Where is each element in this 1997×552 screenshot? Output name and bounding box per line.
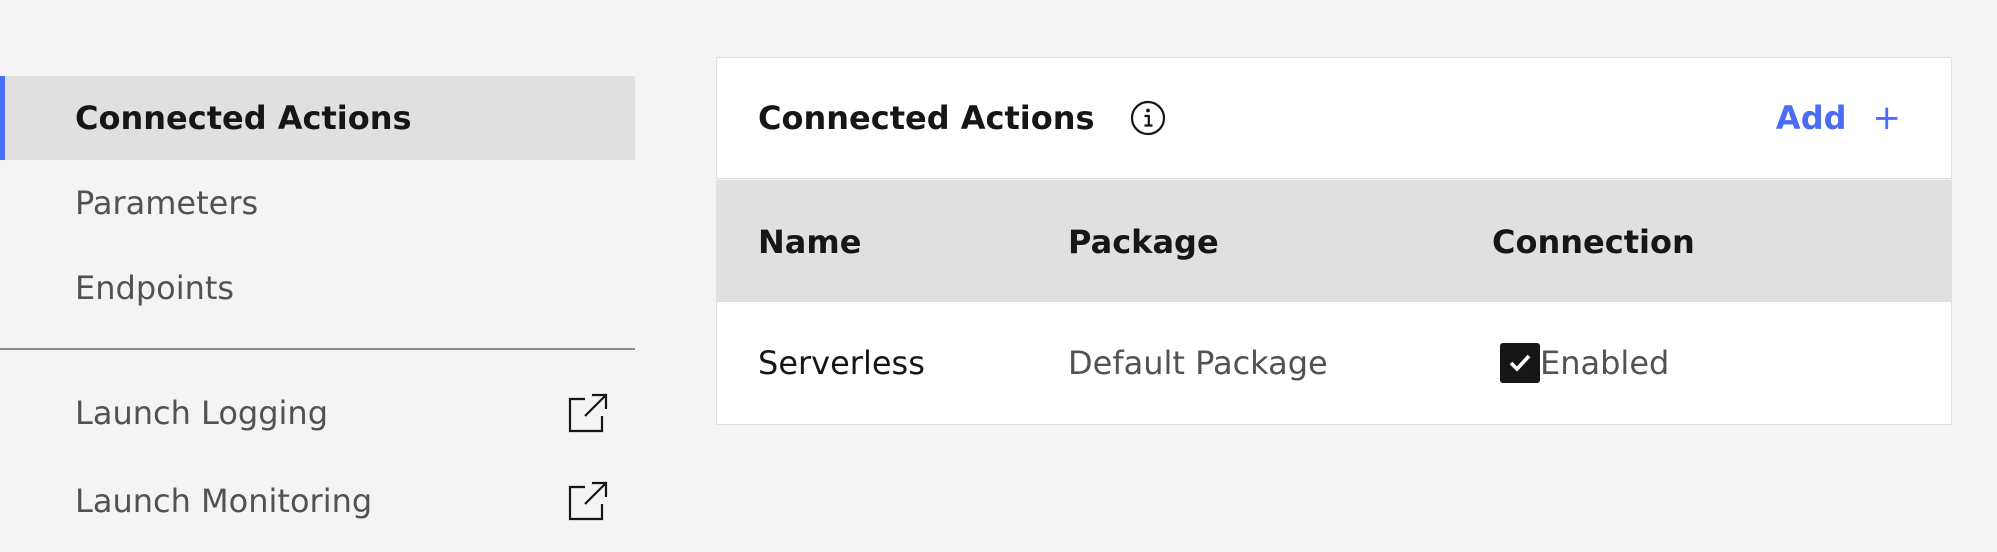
sidebar-item-connected-actions[interactable]: Connected Actions — [0, 76, 635, 160]
checkmark-icon — [1509, 354, 1531, 372]
connection-status: Enabled — [1540, 344, 1670, 382]
launch-logging-label: Launch Logging — [75, 394, 328, 432]
connection-checkbox[interactable] — [1500, 343, 1540, 383]
launch-monitoring-label: Launch Monitoring — [75, 482, 373, 520]
connected-actions-table: Name Package Connection Serverless Defau… — [716, 180, 1952, 425]
launch-monitoring-link[interactable]: Launch Monitoring — [0, 466, 635, 536]
row-connection: Enabled — [1500, 343, 1669, 383]
launch-logging-link[interactable]: Launch Logging — [0, 378, 635, 448]
sidebar-item-label: Endpoints — [75, 269, 235, 307]
sidebar-item-endpoints[interactable]: Endpoints — [0, 246, 635, 330]
row-package: Default Package — [1068, 344, 1328, 382]
column-header-package: Package — [1068, 222, 1219, 261]
external-link-icon — [568, 481, 608, 521]
info-icon[interactable] — [1129, 99, 1167, 137]
table-header-row: Name Package Connection — [717, 181, 1951, 302]
external-link-icon — [568, 393, 608, 433]
sidebar-item-parameters[interactable]: Parameters — [0, 161, 635, 245]
row-name: Serverless — [758, 344, 925, 382]
plus-icon: + — [1872, 98, 1902, 138]
sidebar-item-label: Parameters — [75, 184, 259, 222]
sidebar-item-label: Connected Actions — [75, 99, 412, 137]
add-button[interactable]: Add + — [1776, 58, 1901, 178]
column-header-name: Name — [758, 222, 862, 261]
table-row: Serverless Default Package Enabled — [717, 302, 1951, 424]
card-title: Connected Actions — [758, 99, 1095, 137]
connected-actions-header-card: Connected Actions Add + — [716, 57, 1952, 179]
column-header-connection: Connection — [1492, 222, 1695, 261]
add-button-label: Add — [1775, 99, 1847, 137]
sidebar: Connected Actions Parameters Endpoints L… — [0, 0, 635, 552]
sidebar-divider — [0, 348, 635, 350]
